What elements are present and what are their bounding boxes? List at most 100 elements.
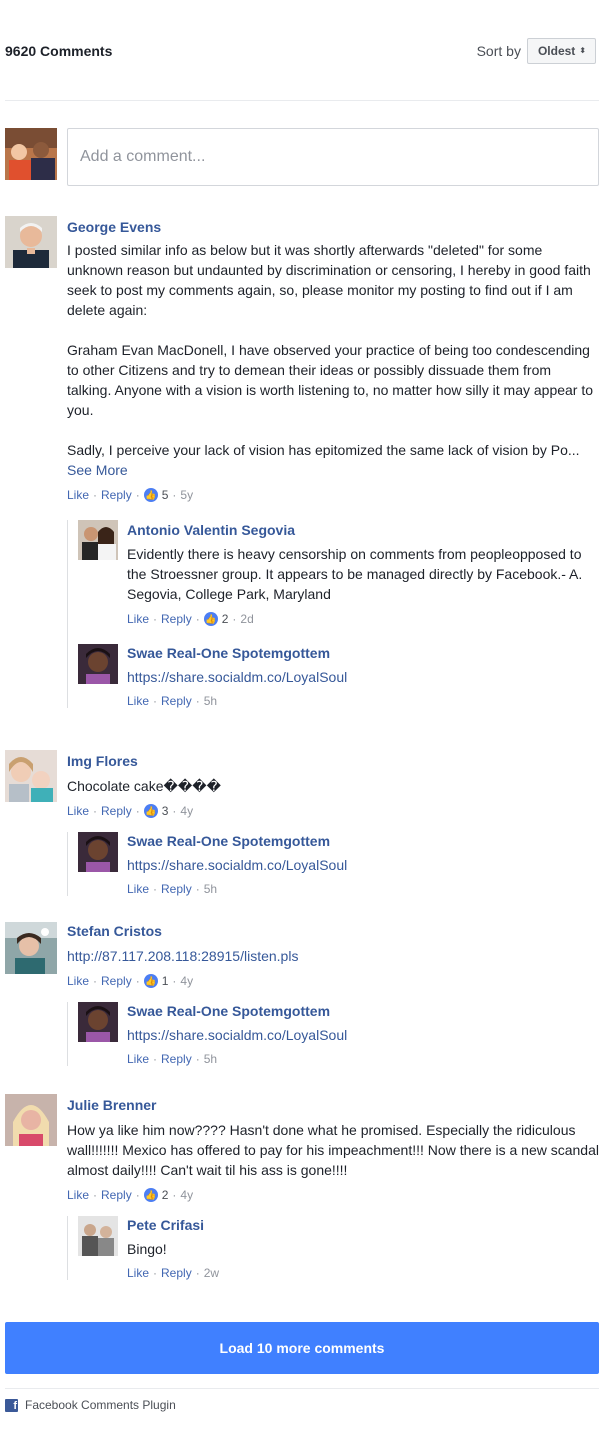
timestamp[interactable]: 5h — [204, 694, 217, 708]
reply-author[interactable]: Antonio Valentin Segovia — [127, 521, 599, 539]
comment: Stefan Cristos http://87.117.208.118:289… — [5, 922, 599, 1066]
reply-link[interactable]: Reply — [101, 804, 132, 818]
like-link[interactable]: Like — [67, 804, 89, 818]
like-count[interactable]: 3 — [162, 804, 169, 818]
reply-link[interactable]: Reply — [161, 1052, 192, 1066]
like-count[interactable]: 2 — [162, 1188, 169, 1202]
comment-text-content: I posted similar info as below but it wa… — [67, 242, 594, 458]
like-link[interactable]: Like — [67, 488, 89, 502]
separator: · — [172, 488, 177, 502]
avatar[interactable] — [5, 750, 57, 802]
sort-select[interactable]: Oldest ⬍ — [526, 38, 596, 64]
reply-text: Bingo! — [127, 1241, 167, 1257]
comment-author[interactable]: George Evens — [67, 218, 599, 236]
timestamp[interactable]: 5h — [204, 882, 217, 896]
comment: Img Flores Chocolate cake���� Like · Rep… — [5, 750, 599, 896]
timestamp[interactable]: 4y — [180, 804, 193, 818]
load-more-button[interactable]: Load 10 more comments — [5, 1322, 599, 1374]
comment-count: 9620 Comments — [5, 43, 113, 59]
separator: · — [172, 974, 177, 988]
like-link[interactable]: Like — [67, 974, 89, 988]
footer-divider — [5, 1388, 599, 1389]
separator: · — [93, 1188, 98, 1202]
comment-input[interactable]: Add a comment... — [67, 128, 599, 186]
reply-link-text[interactable]: https://share.socialdm.co/LoyalSoul — [127, 667, 599, 687]
like-link[interactable]: Like — [67, 1188, 89, 1202]
reply-actions: Like · Reply · 👍 2 · 2d — [127, 612, 599, 626]
like-link[interactable]: Like — [127, 612, 149, 626]
separator: · — [195, 882, 200, 896]
reply-link[interactable]: Reply — [161, 612, 192, 626]
like-link[interactable]: Like — [127, 1266, 149, 1280]
reply-actions: Like · Reply · 5h — [127, 882, 599, 896]
comment-author[interactable]: Stefan Cristos — [67, 922, 599, 940]
separator: · — [153, 1266, 158, 1280]
footer-label[interactable]: Facebook Comments Plugin — [25, 1398, 176, 1412]
plugin-footer[interactable]: f Facebook Comments Plugin — [5, 1398, 176, 1412]
avatar[interactable] — [78, 520, 118, 560]
comment-author[interactable]: Img Flores — [67, 752, 599, 770]
separator: · — [93, 488, 98, 502]
like-link[interactable]: Like — [127, 1052, 149, 1066]
reply-block: Swae Real-One Spotemgottem https://share… — [67, 832, 599, 896]
reply-link[interactable]: Reply — [101, 974, 132, 988]
timestamp[interactable]: 4y — [180, 974, 193, 988]
separator: · — [153, 694, 158, 708]
avatar[interactable] — [5, 922, 57, 974]
separator: · — [195, 694, 200, 708]
timestamp[interactable]: 4y — [180, 1188, 193, 1202]
reply-link[interactable]: Reply — [161, 882, 192, 896]
reply-author[interactable]: Swae Real-One Spotemgottem — [127, 832, 599, 850]
timestamp[interactable]: 5h — [204, 1052, 217, 1066]
comment-thread: Julie Brenner How ya like him now???? Ha… — [5, 1094, 599, 1280]
separator: · — [135, 488, 140, 502]
reply: Swae Real-One Spotemgottem https://share… — [78, 832, 599, 896]
like-count[interactable]: 1 — [162, 974, 169, 988]
reply: Swae Real-One Spotemgottem https://share… — [78, 1002, 599, 1066]
see-more-link[interactable]: See More — [67, 462, 128, 478]
comment-text: I posted similar info as below but it wa… — [67, 240, 599, 480]
like-link[interactable]: Like — [127, 882, 149, 896]
reply: Swae Real-One Spotemgottem https://share… — [78, 644, 599, 708]
sort-arrows-icon: ⬍ — [579, 46, 586, 55]
comment-link[interactable]: http://87.117.208.118:28915/listen.pls — [67, 946, 599, 966]
comment-author[interactable]: Julie Brenner — [67, 1096, 599, 1114]
avatar[interactable] — [78, 1216, 118, 1256]
reply-link[interactable]: Reply — [161, 694, 192, 708]
reply-link[interactable]: Reply — [101, 1188, 132, 1202]
comment: George Evens I posted similar info as be… — [5, 216, 599, 708]
avatar[interactable] — [78, 832, 118, 872]
timestamp[interactable]: 5y — [180, 488, 193, 502]
comment-thread: George Evens I posted similar info as be… — [5, 216, 599, 708]
reply-link[interactable]: Reply — [101, 488, 132, 502]
comment-text: Chocolate cake���� — [67, 778, 221, 794]
reply-block: Pete Crifasi Bingo! Like · Reply · 2w — [67, 1216, 599, 1280]
comment-thread: Img Flores Chocolate cake���� Like · Rep… — [5, 750, 599, 896]
separator: · — [153, 882, 158, 896]
like-thumb-icon: 👍 — [143, 974, 158, 988]
comments-header: 9620 Comments Sort by Oldest ⬍ — [5, 36, 596, 66]
avatar[interactable] — [5, 1094, 57, 1146]
like-count[interactable]: 5 — [162, 488, 169, 502]
sort-label: Sort by — [476, 43, 521, 59]
reply-link-text[interactable]: https://share.socialdm.co/LoyalSoul — [127, 855, 599, 875]
reply-link[interactable]: Reply — [161, 1266, 192, 1280]
comment: Julie Brenner How ya like him now???? Ha… — [5, 1094, 599, 1280]
separator: · — [153, 612, 158, 626]
timestamp[interactable]: 2w — [204, 1266, 219, 1280]
comment-composer: Add a comment... — [5, 128, 599, 186]
timestamp[interactable]: 2d — [240, 612, 253, 626]
reply-author[interactable]: Swae Real-One Spotemgottem — [127, 644, 599, 662]
like-link[interactable]: Like — [127, 694, 149, 708]
reply-block: Antonio Valentin Segovia Evidently there… — [67, 520, 599, 708]
header-divider — [5, 100, 599, 101]
avatar[interactable] — [78, 644, 118, 684]
avatar[interactable] — [5, 216, 57, 268]
reply-link-text[interactable]: https://share.socialdm.co/LoyalSoul — [127, 1025, 599, 1045]
avatar[interactable] — [78, 1002, 118, 1042]
separator: · — [195, 1052, 200, 1066]
reply-author[interactable]: Swae Real-One Spotemgottem — [127, 1002, 599, 1020]
reply-author[interactable]: Pete Crifasi — [127, 1216, 599, 1234]
like-count[interactable]: 2 — [222, 612, 229, 626]
separator: · — [172, 1188, 177, 1202]
